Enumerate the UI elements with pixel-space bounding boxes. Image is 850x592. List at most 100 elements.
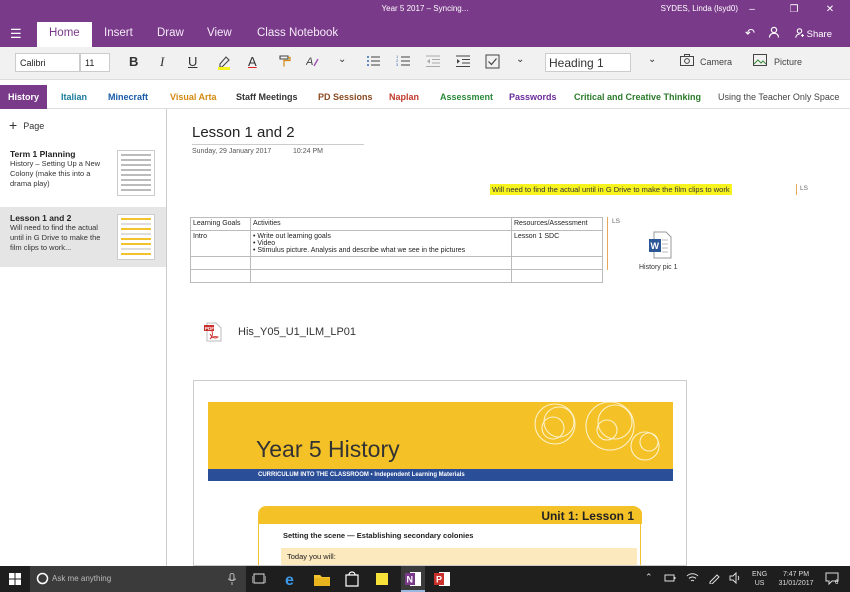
table-cell[interactable]	[250, 256, 512, 270]
region-code: US	[754, 580, 765, 587]
section-visual-arta[interactable]: Visual Arta	[170, 92, 217, 102]
picture-icon[interactable]	[753, 54, 767, 69]
decrease-indent-icon[interactable]	[426, 54, 440, 71]
section-naplan[interactable]: Naplan	[389, 92, 419, 102]
table-author-initials: LS	[612, 218, 620, 225]
user-name[interactable]: SYDES, Linda (lsyd0)	[661, 4, 738, 13]
camera-icon[interactable]	[680, 54, 694, 69]
language-code: ENG	[752, 571, 768, 578]
store-icon[interactable]	[343, 570, 361, 588]
picture-label[interactable]: Picture	[774, 57, 802, 67]
section-passwords[interactable]: Passwords	[509, 92, 557, 102]
table-cell[interactable]	[511, 269, 603, 283]
microphone-icon[interactable]	[228, 573, 236, 585]
section-assessment[interactable]: Assessment	[440, 92, 493, 102]
pdf-file-icon[interactable]: PDF	[204, 322, 222, 342]
cortana-search-box[interactable]: Ask me anything	[30, 566, 246, 592]
page-canvas[interactable]: Lesson 1 and 2 Sunday, 29 January 2017 1…	[168, 109, 850, 566]
tab-insert[interactable]: Insert	[104, 27, 133, 39]
onenote-taskbar-button[interactable]: N	[401, 566, 425, 592]
file-explorer-icon[interactable]	[313, 570, 331, 588]
doc-attachment-label[interactable]: History pic 1	[639, 264, 678, 271]
pdf-reader-icon[interactable]: P	[433, 570, 451, 588]
table-cell[interactable]	[190, 256, 251, 270]
bold-button[interactable]: B	[129, 54, 138, 69]
section-italian[interactable]: Italian	[61, 92, 87, 102]
tab-view[interactable]: View	[207, 27, 232, 39]
wifi-icon[interactable]	[686, 572, 699, 586]
sticky-notes-icon[interactable]	[373, 570, 391, 588]
more-formatting-chevron-icon[interactable]: ⌄	[338, 54, 346, 65]
cortana-icon	[36, 572, 49, 585]
minimize-button[interactable]: –	[738, 2, 766, 18]
page-item-lesson-1-and-2[interactable]: Lesson 1 and 2 Will need to find the act…	[0, 207, 166, 267]
learning-goals-table[interactable]: Learning Goals Activities Resources/Asse…	[190, 217, 603, 283]
edge-icon[interactable]: e	[283, 570, 301, 589]
font-color-button[interactable]: A	[248, 54, 257, 69]
todo-checkbox-icon[interactable]	[485, 54, 500, 72]
section-staff-meetings[interactable]: Staff Meetings	[236, 92, 298, 102]
pdf-attachment-label[interactable]: His_Y05_U1_ILM_LP01	[238, 326, 356, 338]
table-cell[interactable]	[511, 256, 603, 270]
header-activities[interactable]: Activities	[250, 217, 512, 231]
underline-button[interactable]: U	[188, 54, 197, 69]
svg-text:PDF: PDF	[205, 326, 214, 331]
increase-indent-icon[interactable]	[456, 54, 470, 71]
title-bar: Year 5 2017 – Syncing... SYDES, Linda (l…	[0, 0, 850, 20]
share-button[interactable]: Share	[795, 28, 832, 40]
tab-draw[interactable]: Draw	[157, 27, 184, 39]
undo-icon[interactable]: ↶	[745, 26, 755, 40]
pdf-printout-preview[interactable]: Year 5 History CURRICULUM INTO THE CLASS…	[193, 380, 687, 566]
section-history[interactable]: History	[0, 85, 48, 109]
table-cell[interactable]	[190, 269, 251, 283]
swirl-decoration	[534, 402, 660, 461]
pen-icon[interactable]	[708, 572, 720, 587]
more-lists-chevron-icon[interactable]: ⌄	[516, 54, 524, 65]
restore-button[interactable]: ❐	[780, 2, 808, 18]
pdf-unit-box: Unit 1: Lesson 1 Setting the scene — Est…	[258, 506, 642, 565]
section-critical-creative-thinking[interactable]: Critical and Creative Thinking	[574, 92, 701, 102]
page-thumbnail	[117, 214, 155, 260]
highlighter-icon[interactable]	[216, 54, 232, 73]
person-icon[interactable]	[768, 26, 780, 41]
page-item-term-1-planning[interactable]: Term 1 Planning History – Setting Up a N…	[0, 143, 166, 203]
bullet-list-icon[interactable]	[366, 54, 380, 71]
format-painter-icon[interactable]	[278, 54, 292, 71]
author-bar	[796, 184, 797, 195]
language-indicator[interactable]: ENG US	[752, 570, 767, 588]
clock[interactable]: 7:47 PM 31/01/2017	[776, 570, 816, 588]
table-author-bar	[607, 217, 608, 270]
close-button[interactable]: ✕	[816, 2, 844, 18]
cell-activities[interactable]: Write out learning goals Video Stimulus …	[250, 230, 512, 257]
numbered-list-icon[interactable]: 123	[396, 54, 410, 71]
section-teacher-only-space[interactable]: Using the Teacher Only Space	[718, 92, 839, 102]
word-document-icon[interactable]: W	[648, 231, 672, 259]
volume-icon[interactable]	[729, 571, 741, 587]
task-view-icon[interactable]	[251, 572, 267, 588]
hamburger-menu-icon[interactable]: ☰	[10, 26, 22, 42]
activity-item: Video	[253, 240, 509, 247]
italic-button[interactable]: I	[160, 54, 164, 70]
header-learning-goals[interactable]: Learning Goals	[190, 217, 251, 231]
cell-goal[interactable]: Intro	[190, 230, 251, 257]
windows-start-icon[interactable]	[9, 573, 21, 588]
page-title[interactable]: Lesson 1 and 2	[192, 124, 295, 141]
tray-expand-icon[interactable]: ⌃	[645, 572, 653, 583]
onenote-icon: N	[405, 572, 421, 586]
highlighted-note[interactable]: Will need to find the actual until in G …	[490, 184, 732, 195]
font-name-box[interactable]: Calibri	[15, 53, 80, 72]
battery-icon[interactable]	[664, 572, 676, 587]
clear-formatting-icon[interactable]: A	[305, 54, 322, 71]
style-chevron-icon[interactable]: ⌄	[648, 54, 656, 65]
cell-resource[interactable]: Lesson 1 SDC	[511, 230, 603, 257]
tab-class-notebook[interactable]: Class Notebook	[257, 27, 338, 39]
add-page-button[interactable]: + Page	[9, 117, 44, 133]
font-size-box[interactable]: 11	[80, 53, 110, 72]
header-resources[interactable]: Resources/Assessment	[511, 217, 603, 231]
style-dropdown[interactable]: Heading 1	[545, 53, 631, 72]
section-minecraft[interactable]: Minecraft	[108, 92, 148, 102]
camera-label[interactable]: Camera	[700, 57, 732, 67]
table-cell[interactable]	[250, 269, 512, 283]
tab-home[interactable]: Home	[37, 22, 92, 47]
section-pd-sessions[interactable]: PD Sessions	[318, 92, 373, 102]
